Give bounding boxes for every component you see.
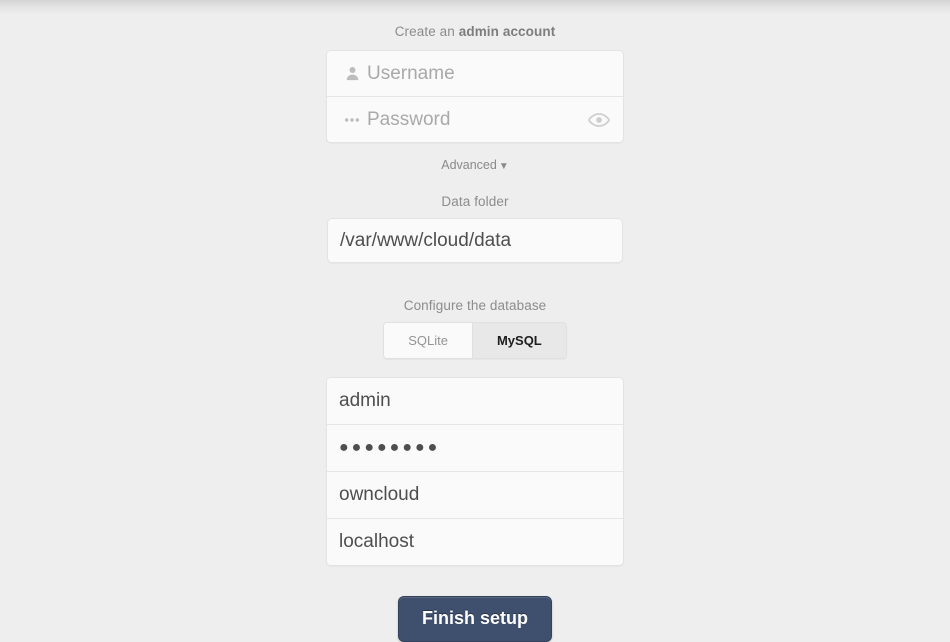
eye-icon[interactable] [588, 112, 610, 127]
username-field-row[interactable]: Username [327, 51, 623, 97]
db-name-field-row[interactable]: owncloud [327, 472, 623, 519]
finish-setup-button[interactable]: Finish setup [397, 596, 552, 642]
admin-credentials-group: Username Password [326, 50, 624, 143]
data-folder-field-row[interactable]: /var/www/cloud/data [327, 218, 623, 263]
database-credentials-group: admin ●●●●●●●● owncloud localhost [326, 377, 624, 566]
db-type-sqlite-button[interactable]: SQLite [383, 322, 472, 359]
password-field-row[interactable]: Password [327, 97, 623, 142]
db-type-mysql-button[interactable]: MySQL [471, 322, 567, 359]
db-password-field-row[interactable]: ●●●●●●●● [327, 425, 623, 472]
db-host-field-row[interactable]: localhost [327, 519, 623, 565]
db-host-input[interactable]: localhost [327, 531, 414, 553]
advanced-label: Advanced [441, 158, 497, 172]
user-icon [337, 66, 367, 81]
username-input[interactable]: Username [367, 63, 623, 85]
db-user-field-row[interactable]: admin [327, 378, 623, 425]
advanced-toggle[interactable]: Advanced ▼ [441, 158, 509, 172]
data-folder-label: Data folder [441, 194, 509, 209]
admin-caption-prefix: Create an [394, 24, 459, 39]
configure-database-caption: Configure the database [403, 298, 547, 313]
admin-caption-strong: admin account [458, 24, 556, 39]
owncloud-setup-form: Create an admin account Username Passwor… [0, 0, 950, 642]
db-user-input[interactable]: admin [327, 390, 391, 412]
admin-account-caption: Create an admin account [395, 24, 556, 39]
db-name-input[interactable]: owncloud [327, 484, 419, 506]
db-password-input[interactable]: ●●●●●●●● [327, 439, 440, 457]
chevron-down-icon: ▼ [498, 161, 509, 172]
database-type-selector: SQLite MySQL [383, 322, 567, 359]
data-folder-input[interactable]: /var/www/cloud/data [328, 230, 511, 252]
dots-icon [337, 117, 367, 123]
password-input[interactable]: Password [367, 109, 588, 131]
